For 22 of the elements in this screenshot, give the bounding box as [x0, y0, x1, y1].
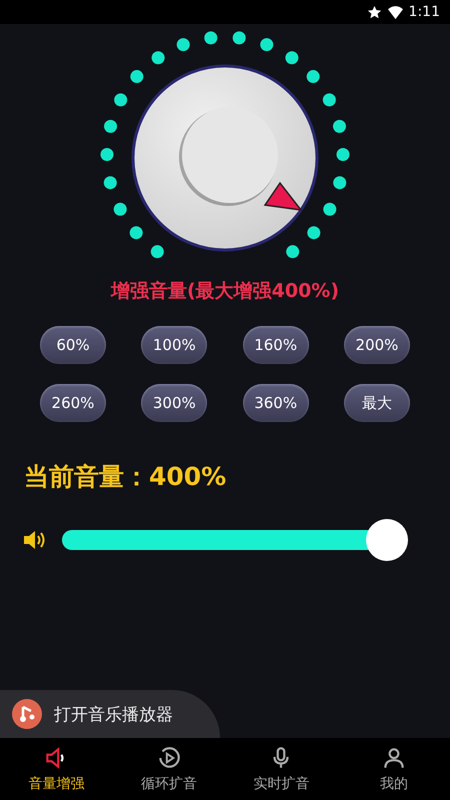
star-icon	[366, 4, 382, 20]
preset-button[interactable]: 60%	[40, 326, 106, 364]
banner-label: 打开音乐播放器	[54, 704, 173, 726]
preset-button[interactable]: 160%	[242, 326, 309, 364]
preset-button[interactable]: 260%	[40, 384, 106, 422]
status-time: 1:11	[408, 4, 440, 20]
music-player-banner[interactable]: 打开音乐播放器	[0, 690, 220, 738]
preset-button[interactable]: 最大	[344, 384, 410, 422]
preset-button[interactable]: 100%	[141, 326, 208, 364]
nav-tab[interactable]: 我的	[338, 738, 450, 800]
preset-button[interactable]: 200%	[344, 326, 410, 364]
nav-tab[interactable]: 实时扩音	[225, 738, 338, 800]
volume-slider[interactable]	[62, 519, 408, 561]
boost-title: 增强音量(最大增强400%)	[110, 279, 340, 304]
preset-button[interactable]: 360%	[242, 384, 309, 422]
current-volume-label: 当前音量：	[24, 462, 149, 491]
nav-tab[interactable]: 循环扩音	[112, 738, 225, 800]
wifi-icon	[388, 4, 403, 20]
preset-button[interactable]: 300%	[141, 384, 208, 422]
nav-tab[interactable]: 音量增强	[0, 738, 112, 800]
music-note-icon	[12, 699, 42, 729]
current-volume-value: 400%	[149, 462, 226, 491]
